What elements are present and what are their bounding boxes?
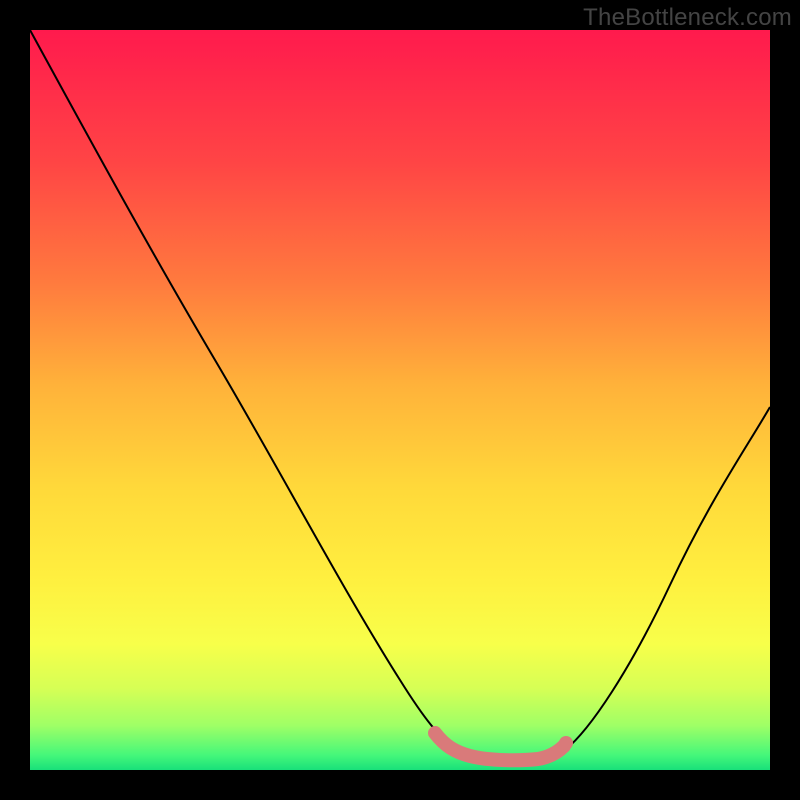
optimal-zone-band [435,733,564,760]
optimal-zone-end-marker [559,736,573,750]
chart-frame: TheBottleneck.com [0,0,800,800]
plot-area [30,30,770,770]
curve-layer [30,30,770,770]
bottleneck-curve [30,30,770,760]
attribution-label: TheBottleneck.com [583,4,792,32]
